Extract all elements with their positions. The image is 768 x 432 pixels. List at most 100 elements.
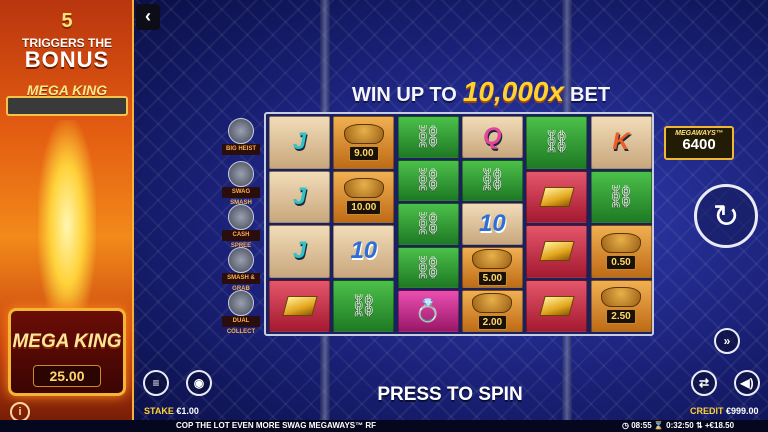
session-icon: ⌛ [653, 421, 664, 430]
autoplay-button[interactable]: ⇄ [691, 370, 717, 396]
trigger-count: 5 [61, 10, 73, 32]
bonus-panel: 5 TRIGGERS THE BONUS MEGA KING MEGA KING… [0, 0, 134, 432]
panel-glow [38, 120, 96, 330]
modifier-icon [228, 247, 254, 273]
modifier-label: BIG HEIST [222, 144, 260, 155]
autoplay-icon: ⇄ [698, 376, 710, 390]
symbol-cell [526, 279, 588, 332]
modifier-icon [228, 204, 254, 230]
symbol-cell: 9.00 [333, 116, 395, 169]
headline-part3: BET [570, 84, 611, 106]
megaways-value: 6400 [682, 136, 716, 153]
modifier-item: SMASH & GRAB [220, 245, 262, 292]
symbol-cell: ⛓ [461, 159, 523, 202]
symbol-j: J [292, 237, 307, 265]
modifier-item: DUAL COLLECT [220, 288, 262, 335]
handcuffs-icon: ⛓ [349, 292, 378, 318]
speaker-icon: ◀) [740, 376, 754, 390]
handcuffs-icon: ⛓ [414, 123, 443, 149]
turbo-icon: » [723, 334, 731, 348]
gold-bar-icon [539, 241, 575, 262]
sound-button[interactable]: ◀) [734, 370, 760, 396]
symbol-cell: ⛓ [397, 203, 459, 245]
symbol-cell: ⛓ [526, 116, 588, 169]
clock: 08:55 [631, 421, 652, 430]
feature-progress-bar [6, 96, 128, 116]
reel-column: JJJ [268, 116, 331, 334]
turbo-button[interactable]: » [714, 328, 740, 354]
handcuffs-icon: ⛓ [607, 183, 635, 209]
symbol-cell [269, 279, 330, 332]
handcuffs-icon: ⛓ [414, 254, 443, 280]
net-icon: ⇅ [695, 421, 703, 430]
back-button[interactable]: ‹ [136, 4, 160, 30]
symbol-k: K [612, 128, 630, 156]
session-time: 0:32:50 [666, 421, 694, 430]
reel-column: 9.00 10.00 10 ⛓ [332, 116, 395, 334]
cash-value: 2.50 [606, 309, 636, 325]
reel-column: Q ⛓ 10 5.00 2.00 [461, 116, 524, 334]
symbol-cell: ⛓ [397, 116, 459, 158]
symbol-cell: ⛓ [397, 159, 459, 202]
net-result: +€18.50 [704, 421, 735, 430]
handcuffs-icon: ⛓ [542, 129, 571, 155]
symbol-cell: Q [461, 116, 523, 158]
info-icon[interactable]: i [10, 402, 30, 422]
reel-grid: J J J 9.00 10.00 10 ⛓ ⛓ ⛓ ⛓ ⛓ 💍 Q ⛓ 10 5.00 2.00 ⛓ K ⛓ 0.50 2… [264, 112, 654, 336]
session-stats: ◷ 08:55 ⌛ 0:32:50 ⇅ +€18.50 [622, 420, 734, 432]
symbol-cell: 0.50 [590, 225, 652, 278]
modifier-item: SWAG SMASH [220, 159, 262, 206]
spin-button[interactable]: ↻ [694, 184, 758, 248]
modifier-label: DUAL COLLECT [222, 316, 260, 335]
coins-icon: ◉ [193, 376, 205, 390]
money-bag-icon [472, 292, 513, 313]
symbol-cell: 💍 [397, 290, 459, 332]
symbol-cell: ⛓ [333, 279, 395, 332]
bet-button[interactable]: ◉ [186, 370, 212, 396]
symbol-cell: 10 [333, 225, 395, 278]
modifier-label: SMASH & GRAB [222, 273, 260, 292]
modifier-label: SWAG SMASH [222, 187, 260, 206]
symbol-cell: J [269, 170, 330, 223]
gold-bar-icon [539, 295, 575, 316]
megaways-counter: MEGAWAYS™ 6400 [664, 126, 734, 160]
money-bag-icon [343, 178, 384, 199]
gold-bar-icon [281, 295, 318, 316]
symbol-cell: 10 [461, 203, 523, 245]
cash-value: 10.00 [346, 200, 382, 216]
press-to-spin-text: PRESS TO SPIN [377, 384, 523, 405]
money-bag-icon [601, 232, 641, 253]
stake-display[interactable]: STAKE €1.00 [144, 406, 199, 416]
symbol-cell: 5.00 [461, 246, 523, 289]
symbol-cell: J [269, 116, 330, 169]
money-bag-icon [601, 287, 641, 308]
headline-max-win: 10,000x [462, 76, 565, 107]
cash-value: 5.00 [477, 271, 508, 287]
menu-button[interactable]: ≡ [143, 370, 169, 396]
reel-column: K ⛓ 0.50 2.50 [590, 116, 653, 334]
symbol-cell: ⛓ [590, 170, 652, 223]
symbol-cell [526, 170, 588, 223]
mega-king-plaque: MEGA KING 25.00 [8, 308, 126, 396]
plaque-value: 25.00 [33, 365, 101, 387]
credit-value: €999.00 [726, 406, 759, 416]
symbol-ten: 10 [350, 237, 378, 265]
handcuffs-icon: ⛓ [478, 167, 507, 193]
symbol-ten: 10 [479, 209, 506, 237]
symbol-cell: 10.00 [333, 170, 395, 223]
modifier-column: BIG HEIST SWAG SMASH CASH SPREE SMASH & GRA… [220, 116, 262, 335]
headline-part1: WIN UP TO [352, 84, 457, 106]
money-bag-icon [343, 123, 384, 144]
modifier-icon [228, 118, 254, 144]
handcuffs-icon: ⛓ [414, 210, 443, 236]
symbol-j: J [292, 128, 307, 156]
diamond-ring-icon: 💍 [414, 298, 442, 324]
win-headline: WIN UP TO 10,000x BET [352, 76, 610, 110]
plaque-title: MEGA KING [12, 331, 122, 352]
cash-value: 9.00 [349, 145, 379, 161]
symbol-cell: J [269, 225, 330, 278]
stake-value: €1.00 [176, 406, 199, 416]
cash-value: 0.50 [606, 254, 636, 270]
handcuffs-icon: ⛓ [414, 167, 443, 193]
symbol-cell [526, 225, 588, 278]
